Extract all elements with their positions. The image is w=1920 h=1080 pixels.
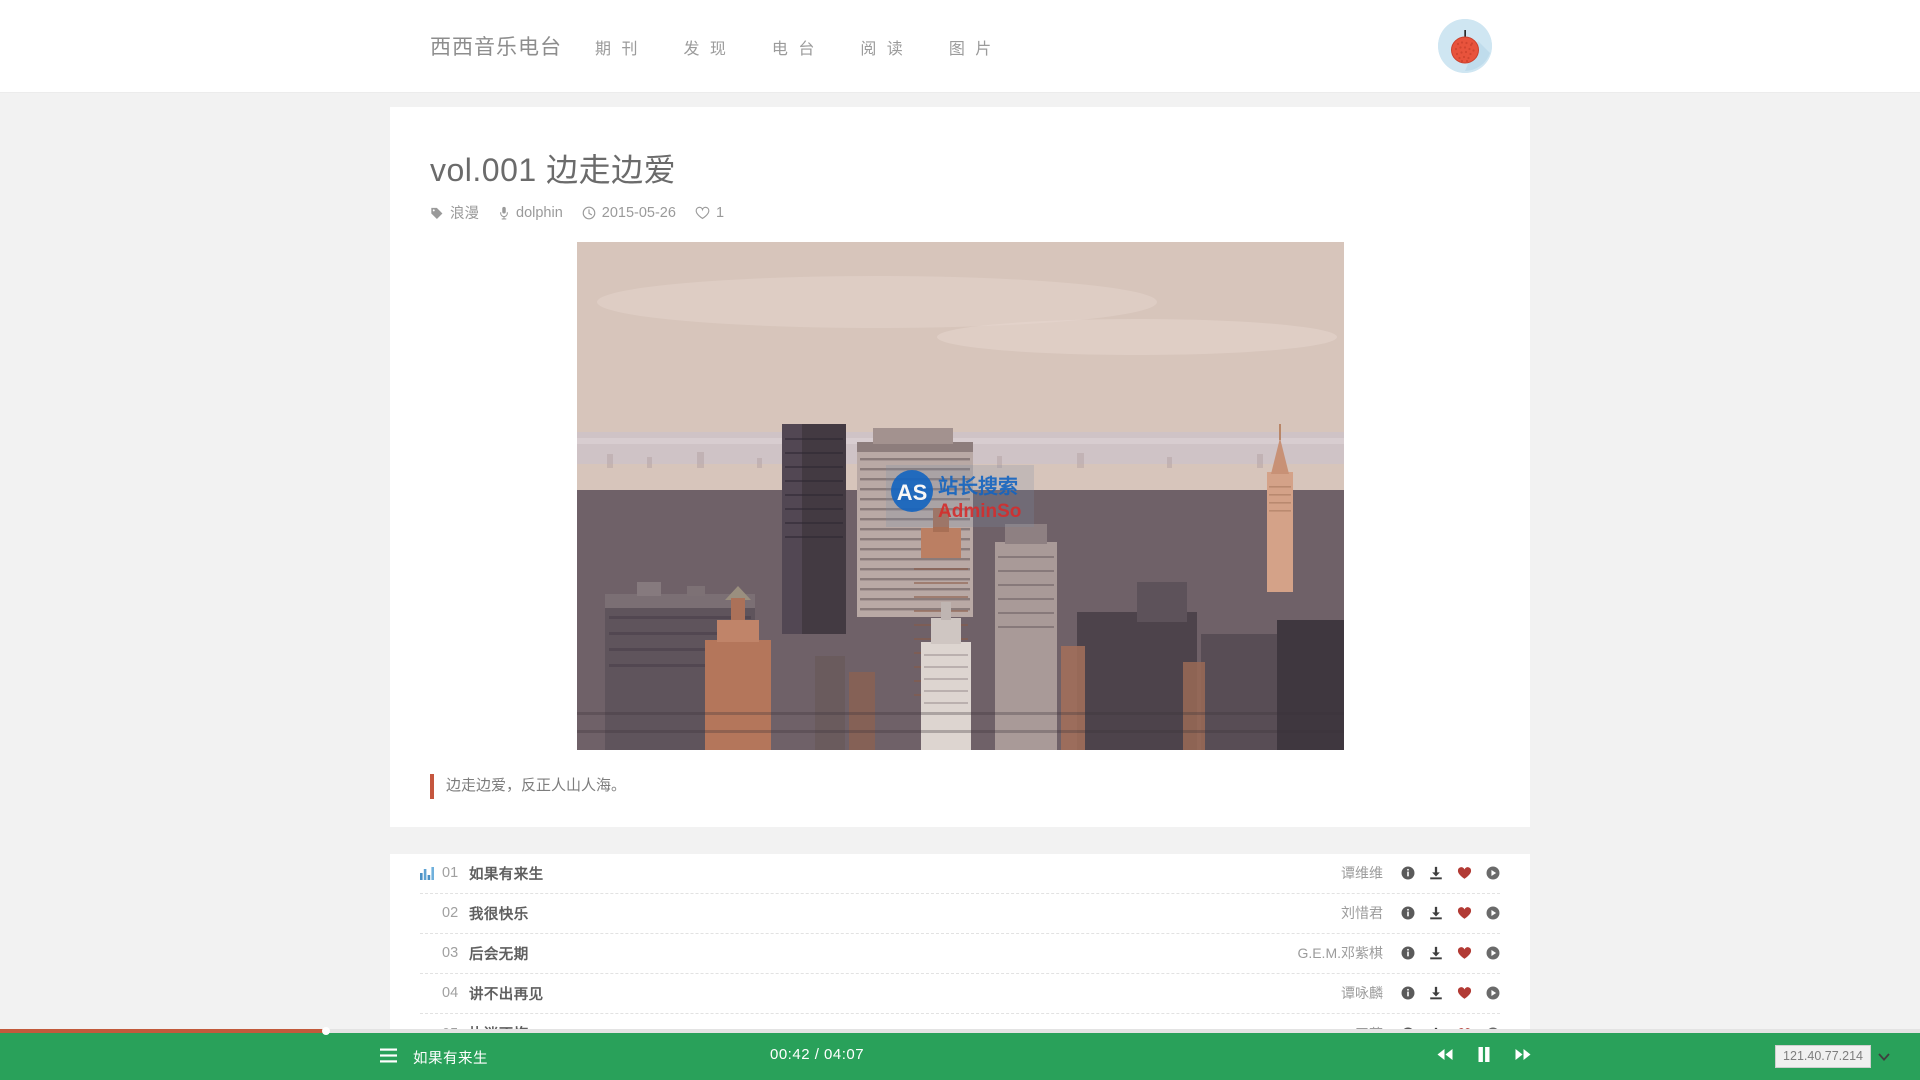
track-title: 后会无期	[469, 946, 529, 963]
track-number: 04	[442, 985, 459, 1001]
info-icon[interactable]	[1401, 906, 1415, 920]
meta-author[interactable]: dolphin	[498, 205, 563, 221]
play-circle-icon[interactable]	[1486, 946, 1500, 960]
site-brand[interactable]: 西西音乐电台	[430, 31, 562, 61]
pause-icon[interactable]	[1476, 1046, 1492, 1063]
track-left: 01 如果有来生	[420, 863, 1341, 884]
post-meta: 浪漫 dolphin 2015-05-26 1	[430, 202, 1490, 223]
watermark-logo-text: AS	[897, 480, 928, 505]
playlist-menu-icon[interactable]	[380, 1048, 397, 1063]
nav-item-read[interactable]: 阅 读	[860, 35, 905, 59]
track-right: 谭咏麟	[1341, 983, 1500, 1003]
ip-badge[interactable]: 121.40.77.214	[1775, 1045, 1890, 1068]
track-right: G.E.M.邓紫棋	[1297, 943, 1500, 963]
main-nav: 期 刊 发 现 电 台 阅 读 图 片	[595, 35, 994, 59]
table-row[interactable]: 01 如果有来生 谭维维	[420, 854, 1500, 894]
nav-item-journal[interactable]: 期 刊	[595, 35, 640, 59]
track-artist: 刘惜君	[1341, 905, 1383, 921]
meta-tag[interactable]: 浪漫	[430, 202, 479, 223]
track-list: 01 如果有来生 谭维维 02 我很快乐 刘惜君 03 后会无期 G.E.M.邓…	[390, 853, 1530, 1054]
eq-placeholder	[420, 947, 434, 960]
post-card: vol.001 边走边爱 浪漫 dolphin 2015-05-26 1 AS …	[390, 107, 1530, 827]
track-artist: 谭咏麟	[1341, 985, 1383, 1001]
nav-item-pictures[interactable]: 图 片	[949, 35, 994, 59]
watermark-cn-text: 站长搜索	[938, 474, 1018, 498]
heart-outline-icon	[695, 206, 710, 219]
heart-filled-icon[interactable]	[1457, 986, 1472, 1000]
meta-date-label: 2015-05-26	[601, 204, 676, 221]
track-right: 谭维维	[1341, 863, 1500, 883]
info-icon[interactable]	[1401, 946, 1415, 960]
microphone-icon	[500, 206, 508, 219]
ip-address: 121.40.77.214	[1775, 1045, 1871, 1068]
track-number: 02	[442, 905, 459, 921]
tag-icon	[431, 207, 443, 219]
page-wrap: vol.001 边走边爱 浪漫 dolphin 2015-05-26 1 AS …	[390, 93, 1530, 1054]
chevron-down-icon[interactable]	[1878, 1052, 1890, 1061]
table-row[interactable]: 03 后会无期 G.E.M.邓紫棋	[420, 934, 1500, 974]
player-inner: 如果有来生 00:42 / 04:07	[0, 1033, 1920, 1080]
track-artist: 谭维维	[1341, 865, 1383, 881]
info-icon[interactable]	[1401, 986, 1415, 1000]
header-inner: 西西音乐电台 期 刊 发 现 电 台 阅 读 图 片	[390, 0, 1530, 93]
heart-filled-icon[interactable]	[1457, 906, 1472, 920]
player-bar: 如果有来生 00:42 / 04:07 121.40.77.214	[0, 1027, 1920, 1080]
eq-placeholder	[420, 907, 434, 920]
track-title: 我很快乐	[469, 906, 529, 923]
play-circle-icon[interactable]	[1486, 906, 1500, 920]
lychee-avatar-icon	[1438, 19, 1492, 73]
equalizer-icon	[420, 866, 434, 880]
track-number: 01	[442, 865, 459, 881]
meta-likes[interactable]: 1	[695, 205, 724, 221]
table-row[interactable]: 04 讲不出再见 谭咏麟	[420, 974, 1500, 1014]
track-left: 04 讲不出再见	[420, 983, 1341, 1004]
watermark-en-text: AdminSo	[938, 501, 1021, 522]
heart-filled-icon[interactable]	[1457, 946, 1472, 960]
hero-image: AS 站长搜索 AdminSo	[576, 242, 1344, 750]
track-artist: G.E.M.邓紫棋	[1297, 945, 1383, 961]
now-playing-title: 如果有来生	[413, 1051, 488, 1067]
post-quote: 边走边爱，反正人山人海。	[430, 774, 1490, 799]
download-icon[interactable]	[1429, 946, 1443, 960]
track-title: 讲不出再见	[469, 986, 544, 1003]
table-row[interactable]: 02 我很快乐 刘惜君	[420, 894, 1500, 934]
meta-tag-label: 浪漫	[450, 206, 479, 222]
meta-author-label: dolphin	[516, 204, 563, 221]
watermark-adminso: AS 站长搜索 AdminSo	[886, 465, 1034, 527]
track-number: 03	[442, 945, 459, 961]
clock-icon	[582, 206, 596, 219]
nav-item-discover[interactable]: 发 现	[683, 35, 728, 59]
meta-likes-count: 1	[715, 204, 725, 221]
track-title: 如果有来生	[469, 866, 544, 883]
download-icon[interactable]	[1429, 866, 1443, 880]
download-icon[interactable]	[1429, 986, 1443, 1000]
track-left: 02 我很快乐	[420, 903, 1341, 924]
meta-date: 2015-05-26	[582, 205, 676, 221]
play-circle-icon[interactable]	[1486, 866, 1500, 880]
heart-filled-icon[interactable]	[1457, 866, 1472, 880]
track-left: 03 后会无期	[420, 943, 1297, 964]
fast-forward-icon[interactable]	[1514, 1047, 1532, 1062]
rewind-icon[interactable]	[1436, 1047, 1454, 1062]
track-right: 刘惜君	[1341, 903, 1500, 923]
user-avatar[interactable]	[1438, 19, 1492, 73]
site-header: 西西音乐电台 期 刊 发 现 电 台 阅 读 图 片	[0, 0, 1920, 93]
play-circle-icon[interactable]	[1486, 986, 1500, 1000]
player-controls	[1436, 1046, 1532, 1063]
download-icon[interactable]	[1429, 906, 1443, 920]
eq-placeholder	[420, 987, 434, 1000]
page-title: vol.001 边走边爱	[430, 152, 677, 188]
player-time: 00:42 / 04:07	[770, 1046, 865, 1063]
info-icon[interactable]	[1401, 866, 1415, 880]
nav-item-radio[interactable]: 电 台	[772, 35, 817, 59]
